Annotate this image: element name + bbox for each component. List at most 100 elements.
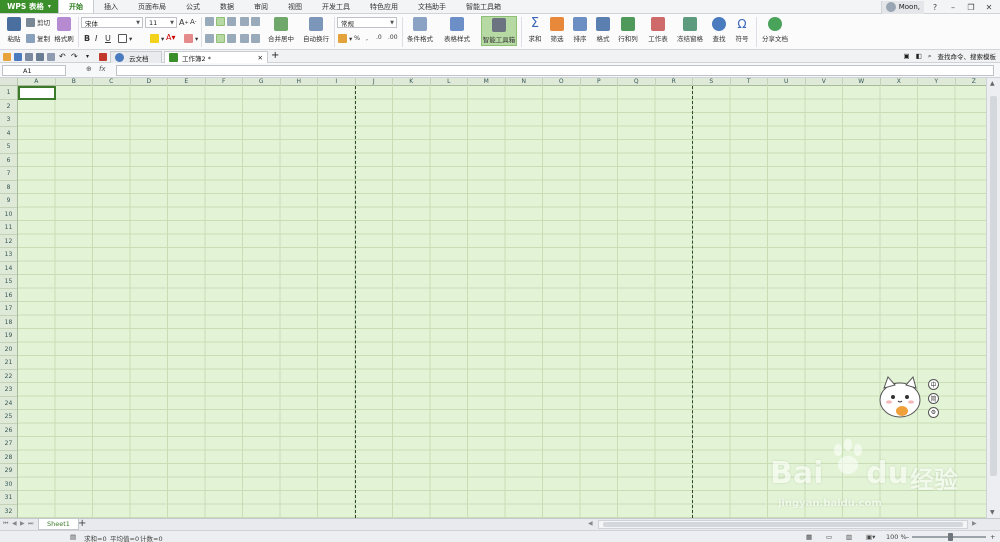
row-header[interactable]: 3: [0, 113, 17, 127]
currency-button[interactable]: ▾: [338, 34, 352, 43]
row-col-button[interactable]: 行和列: [616, 17, 640, 43]
font-name-select[interactable]: 宋体 ▼: [81, 17, 143, 28]
row-header[interactable]: 28: [0, 451, 17, 464]
column-header[interactable]: Z: [956, 78, 987, 86]
justify-button[interactable]: [240, 34, 251, 43]
page-layout-icon[interactable]: ▭: [826, 533, 832, 541]
mascot-side-button[interactable]: 中: [928, 379, 939, 390]
zoom-slider[interactable]: [912, 533, 986, 541]
column-header[interactable]: T: [731, 78, 768, 86]
scroll-thumb[interactable]: [990, 96, 997, 476]
command-search[interactable]: ▣ ◧ ⌕ 查找命令、搜索模板: [904, 51, 997, 62]
cat-mascot-icon[interactable]: [878, 372, 924, 420]
align-center-button[interactable]: [216, 34, 227, 43]
bold-button[interactable]: B: [84, 34, 90, 43]
column-header[interactable]: A: [18, 78, 56, 86]
percent-button[interactable]: %: [354, 34, 360, 42]
row-header[interactable]: 6: [0, 154, 17, 167]
column-header[interactable]: L: [431, 78, 468, 86]
row-header[interactable]: 4: [0, 127, 17, 140]
align-right-button[interactable]: [227, 34, 238, 43]
column-header[interactable]: X: [881, 78, 918, 86]
new-tab-icon[interactable]: +: [271, 51, 279, 61]
find-button[interactable]: 查找: [709, 17, 729, 43]
row-header[interactable]: 17: [0, 302, 17, 316]
row-header[interactable]: 22: [0, 370, 17, 383]
row-header[interactable]: 25: [0, 410, 17, 424]
row-header[interactable]: 1: [0, 86, 17, 100]
column-header[interactable]: D: [131, 78, 168, 86]
fill-color-button[interactable]: ▾: [150, 34, 164, 43]
selected-cell-a1[interactable]: [18, 86, 56, 100]
column-header[interactable]: Q: [618, 78, 656, 86]
scroll-left-icon[interactable]: ◀: [588, 520, 593, 527]
sum-button[interactable]: Σ 求和: [525, 17, 545, 44]
minimize-icon[interactable]: –: [946, 1, 960, 13]
column-header[interactable]: Y: [918, 78, 956, 86]
chevron-up-icon[interactable]: ▲: [990, 80, 995, 87]
wrap-text-button[interactable]: 自动换行: [302, 17, 330, 43]
normal-view-icon[interactable]: ▦: [806, 533, 812, 541]
align-middle-button[interactable]: [216, 17, 227, 26]
doc-tab-workbook[interactable]: 工作簿2 * ✕: [164, 51, 268, 63]
row-header[interactable]: 29: [0, 464, 17, 478]
italic-button[interactable]: I: [95, 34, 97, 43]
vertical-scrollbar[interactable]: ▲ ▼: [986, 78, 1000, 518]
indent-decrease-button[interactable]: [240, 17, 251, 26]
zoom-knob[interactable]: [948, 533, 953, 541]
row-header[interactable]: 11: [0, 221, 17, 235]
align-bottom-button[interactable]: [227, 17, 238, 26]
reading-mode-icon[interactable]: ▣▾: [866, 533, 875, 541]
sheet-tab-sheet1[interactable]: Sheet1: [38, 519, 79, 530]
horizontal-scrollbar[interactable]: [598, 520, 968, 529]
zoom-in-icon[interactable]: +: [990, 533, 995, 541]
formula-input[interactable]: [116, 65, 994, 76]
open-folder-icon[interactable]: [3, 53, 11, 61]
increase-font-button[interactable]: A +: [179, 18, 189, 27]
chevron-down-icon[interactable]: ▾: [86, 53, 94, 61]
row-header[interactable]: 16: [0, 289, 17, 302]
column-header[interactable]: J: [356, 78, 393, 86]
row-header[interactable]: 23: [0, 383, 17, 397]
zoom-out-icon[interactable]: –: [906, 533, 909, 541]
first-sheet-icon[interactable]: ⏮: [3, 520, 8, 528]
decrease-decimal-button[interactable]: .00: [388, 34, 398, 41]
scroll-thumb[interactable]: [603, 522, 963, 527]
row-header[interactable]: 2: [0, 100, 17, 113]
menu-tab[interactable]: 特色应用: [360, 0, 408, 13]
row-header[interactable]: 20: [0, 343, 17, 356]
close-icon[interactable]: ✕: [258, 54, 263, 62]
zoom-icon[interactable]: ⊕: [86, 65, 92, 73]
select-all-corner[interactable]: [0, 78, 18, 86]
column-header[interactable]: M: [468, 78, 506, 86]
distribute-button[interactable]: [251, 34, 262, 43]
add-sheet-icon[interactable]: +: [78, 518, 86, 529]
row-header[interactable]: 12: [0, 235, 17, 248]
row-header[interactable]: 21: [0, 356, 17, 370]
layout-icon[interactable]: ◧: [916, 52, 922, 60]
menu-tab[interactable]: 智能工具箱: [456, 0, 511, 13]
row-header[interactable]: 13: [0, 248, 17, 262]
chevron-down-icon[interactable]: ▼: [990, 509, 995, 516]
app-menu-button[interactable]: WPS 表格 ▾: [0, 0, 58, 13]
paste-button[interactable]: 粘贴: [4, 17, 24, 43]
row-header[interactable]: 19: [0, 329, 17, 343]
share-document-button[interactable]: 分享文档: [760, 17, 790, 43]
menu-tab[interactable]: 视图: [278, 0, 312, 13]
cell-name-box[interactable]: A1: [2, 65, 66, 76]
column-header[interactable]: B: [56, 78, 93, 86]
clear-format-button[interactable]: ▾: [184, 34, 198, 43]
merge-center-button[interactable]: 合并居中: [266, 17, 296, 43]
row-header[interactable]: 5: [0, 140, 17, 154]
undo-icon[interactable]: ↶: [59, 53, 67, 61]
column-header[interactable]: O: [543, 78, 581, 86]
help-icon[interactable]: ?: [928, 1, 942, 13]
chat-icon[interactable]: ▣: [904, 52, 910, 60]
font-color-button[interactable]: A▾: [166, 33, 176, 42]
format-button[interactable]: 格式: [593, 17, 613, 43]
search-input[interactable]: 查找命令、搜索模板: [938, 51, 997, 61]
menu-tab[interactable]: 文档助手: [408, 0, 456, 13]
column-header[interactable]: R: [656, 78, 693, 86]
menu-tab[interactable]: 页面布局: [128, 0, 176, 13]
menu-tab[interactable]: 审阅: [244, 0, 278, 13]
